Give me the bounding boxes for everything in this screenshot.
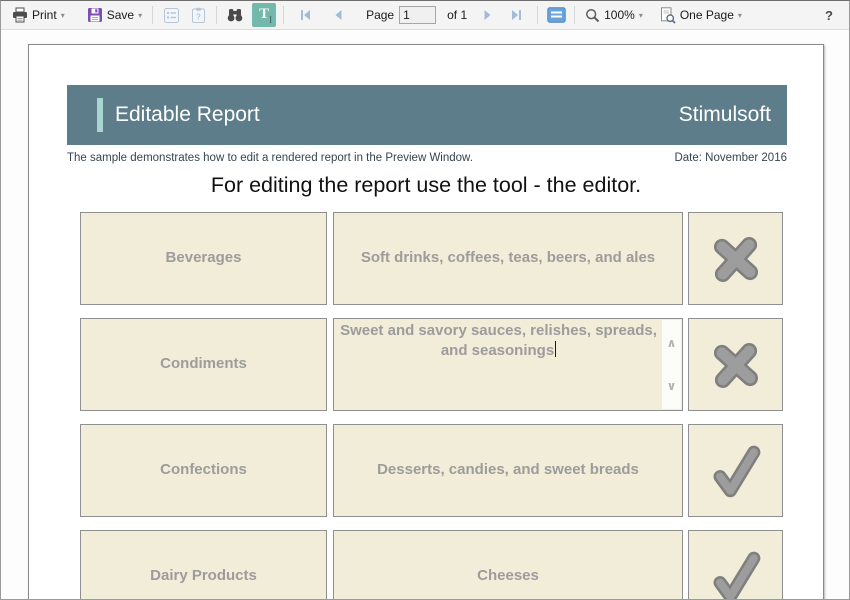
report-header-band: Editable Report Stimulsoft xyxy=(67,85,787,145)
first-page-icon xyxy=(299,9,312,21)
bookmarks-icon xyxy=(163,7,180,24)
parameters-clipboard-icon: ? xyxy=(190,7,207,24)
page-number-input[interactable] xyxy=(399,6,436,24)
page-total-label: of 1 xyxy=(447,8,467,22)
one-page-icon xyxy=(659,7,676,24)
next-page-button[interactable] xyxy=(477,4,499,26)
previous-page-icon xyxy=(333,9,343,21)
description-text: Sweet and savory sauces, relishes, sprea… xyxy=(339,321,658,362)
table-row: Confections Desserts, candies, and sweet … xyxy=(80,424,783,517)
svg-text:?: ? xyxy=(196,12,201,21)
toolbar-separator xyxy=(216,6,217,24)
description-text: Cheeses xyxy=(477,566,539,586)
toolbar-separator xyxy=(574,6,575,24)
report-table: Beverages Soft drinks, coffees, teas, bee… xyxy=(80,212,783,599)
description-cell[interactable]: Cheeses xyxy=(333,530,683,599)
preview-window: Print ▾ Save ▾ xyxy=(0,0,850,600)
toolbar-separator xyxy=(152,6,153,24)
bookmarks-button[interactable] xyxy=(160,4,182,26)
save-label: Save xyxy=(107,8,134,22)
table-row: Beverages Soft drinks, coffees, teas, bee… xyxy=(80,212,783,305)
toolbar-separator xyxy=(537,6,538,24)
chevron-down-icon: ▾ xyxy=(639,10,643,20)
report-date: Date: November 2016 xyxy=(674,152,787,164)
chevron-down-icon: ▾ xyxy=(738,10,742,20)
report-heading: For editing the report use the tool - th… xyxy=(29,173,823,198)
next-page-icon xyxy=(483,9,493,21)
view-mode-button[interactable]: One Page ▾ xyxy=(656,5,745,26)
report-title: Editable Report xyxy=(115,103,260,127)
accent-bar xyxy=(97,98,103,132)
find-button[interactable] xyxy=(224,4,246,26)
last-page-button[interactable] xyxy=(505,4,527,26)
description-editor-cell[interactable]: Sweet and savory sauces, relishes, sprea… xyxy=(333,318,683,411)
report-page: Editable Report Stimulsoft The sample de… xyxy=(28,44,824,599)
print-button[interactable]: Print ▾ xyxy=(9,5,68,25)
check-icon xyxy=(706,441,766,501)
editor-tool-button[interactable]: T I xyxy=(252,3,276,27)
description-cell[interactable]: Soft drinks, coffees, teas, beers, and a… xyxy=(333,212,683,305)
full-screen-button[interactable] xyxy=(545,4,567,26)
report-subtitle: The sample demonstrates how to edit a re… xyxy=(67,152,473,164)
last-page-icon xyxy=(510,9,523,21)
mark-cell[interactable] xyxy=(688,530,783,599)
zoom-value: 100% xyxy=(604,8,635,22)
mark-cell[interactable] xyxy=(688,318,783,411)
description-cell[interactable]: Desserts, candies, and sweet breads xyxy=(333,424,683,517)
viewer-area: Editable Report Stimulsoft The sample de… xyxy=(1,31,849,599)
category-cell[interactable]: Confections xyxy=(80,424,327,517)
save-button[interactable]: Save ▾ xyxy=(84,5,145,25)
report-subtitle-row: The sample demonstrates how to edit a re… xyxy=(67,152,787,164)
mark-cell[interactable] xyxy=(688,424,783,517)
description-text: Soft drinks, coffees, teas, beers, and a… xyxy=(361,248,655,268)
text-cursor xyxy=(555,341,556,357)
category-cell[interactable]: Condiments xyxy=(80,318,327,411)
cross-icon xyxy=(706,335,766,395)
floppy-save-icon xyxy=(87,7,103,23)
mark-cell[interactable] xyxy=(688,212,783,305)
binoculars-icon xyxy=(226,7,244,23)
scroll-up-icon[interactable]: ∧ xyxy=(662,337,681,349)
editor-scrollbar[interactable]: ∧∨ xyxy=(662,320,681,409)
chevron-down-icon: ▾ xyxy=(138,10,142,20)
view-mode-label: One Page xyxy=(680,8,734,22)
parameters-button[interactable]: ? xyxy=(187,4,209,26)
scroll-down-icon[interactable]: ∨ xyxy=(662,380,681,392)
table-row: Dairy Products Cheeses xyxy=(80,530,783,599)
toolbar: Print ▾ Save ▾ xyxy=(1,1,849,30)
magnifier-icon xyxy=(585,8,600,23)
toolbar-separator xyxy=(283,6,284,24)
category-cell[interactable]: Beverages xyxy=(80,212,327,305)
print-label: Print xyxy=(32,8,57,22)
table-row: Condiments Sweet and savory sauces, relis… xyxy=(80,318,783,411)
text-cursor-icon: I xyxy=(269,16,272,25)
printer-icon xyxy=(12,7,28,23)
brand-name: Stimulsoft xyxy=(679,103,771,127)
help-button[interactable]: ? xyxy=(825,8,833,23)
cross-icon xyxy=(706,229,766,289)
previous-page-button[interactable] xyxy=(327,4,349,26)
description-text: Desserts, candies, and sweet breads xyxy=(377,460,639,480)
zoom-button[interactable]: 100% ▾ xyxy=(582,6,646,25)
page-label: Page xyxy=(366,8,394,22)
full-screen-icon xyxy=(547,7,566,23)
first-page-button[interactable] xyxy=(294,4,316,26)
check-icon xyxy=(706,547,766,600)
category-cell[interactable]: Dairy Products xyxy=(80,530,327,599)
editor-text-icon: T xyxy=(259,7,269,22)
chevron-down-icon: ▾ xyxy=(61,10,65,20)
